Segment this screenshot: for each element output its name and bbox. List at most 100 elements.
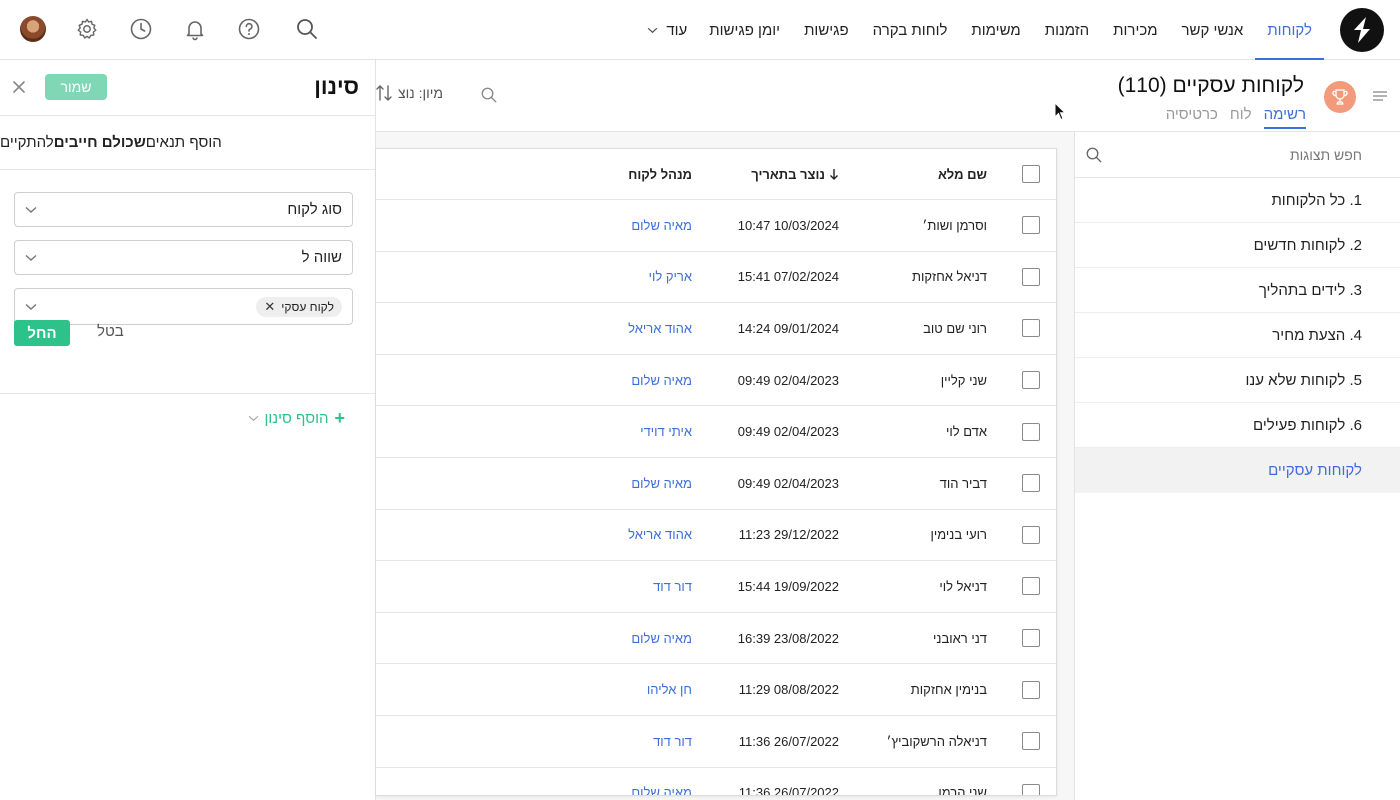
user-avatar-button[interactable] xyxy=(16,12,50,46)
remove-chip-button[interactable]: ✕ xyxy=(264,299,275,315)
search-icon[interactable] xyxy=(1085,146,1103,164)
view-item[interactable]: 4. הצעת מחיר xyxy=(1075,313,1400,358)
view-item[interactable]: 3. לידים בתהליך xyxy=(1075,268,1400,313)
cell-manager-link[interactable]: מאיה שלום xyxy=(631,355,692,406)
row-checkbox[interactable] xyxy=(1022,732,1040,751)
table-row[interactable]: דניאל אחזקות 15:41 07/02/2024 אריק לוי xyxy=(376,252,1056,304)
view-item[interactable]: 6. לקוחות פעילים xyxy=(1075,403,1400,448)
cell-date: 15:44 19/09/2022 xyxy=(737,578,839,594)
filter-field-select[interactable]: סוג לקוח xyxy=(14,192,353,227)
menu-icon[interactable] xyxy=(1372,88,1388,104)
view-item[interactable]: 2. לקוחות חדשים xyxy=(1075,223,1400,268)
row-checkbox[interactable] xyxy=(1022,422,1040,441)
row-checkbox[interactable] xyxy=(1022,783,1040,795)
close-filter-button[interactable] xyxy=(10,78,28,96)
cell-name[interactable]: רוני שם טוב xyxy=(923,303,987,354)
table-row[interactable]: אדם לוי 09:49 02/04/2023 איתי דוידי xyxy=(376,406,1056,458)
cell-name[interactable]: דניאל לוי xyxy=(939,561,987,612)
row-checkbox[interactable] xyxy=(1022,474,1040,493)
row-select-cell xyxy=(1022,768,1040,795)
nav-item[interactable]: הזמנות xyxy=(1033,0,1101,60)
cell-manager-link[interactable]: מאיה שלום xyxy=(631,768,692,795)
cell-name[interactable]: שני הרמן xyxy=(938,768,987,795)
nav-item[interactable]: מכירות xyxy=(1101,0,1169,60)
cell-manager-link[interactable]: מאיה שלום xyxy=(631,458,692,509)
nav-item[interactable]: משימות xyxy=(959,0,1032,60)
table-row[interactable]: דניאלה הרשקוביץ׳ 11:36 26/07/2022 דור דוד xyxy=(376,716,1056,768)
apply-button[interactable]: החל xyxy=(14,320,70,346)
trophy-badge xyxy=(1324,81,1356,113)
top-navigation: לקוחות אנשי קשר מכירות הזמנות משימות לוחות בק… xyxy=(0,0,1400,60)
row-checkbox[interactable] xyxy=(1022,216,1040,235)
nav-more-menu[interactable]: עוד xyxy=(637,0,697,60)
global-search-button[interactable] xyxy=(290,12,324,46)
table-row[interactable]: בנימין אחזקות 11:29 08/08/2022 חן אליהו xyxy=(376,664,1056,716)
nav-item[interactable]: יומן פגישות xyxy=(697,0,792,60)
save-filter-button[interactable]: שמור xyxy=(45,74,107,100)
cond-bold: שכולם חייבים xyxy=(53,134,146,151)
table-row[interactable]: דביר הוד 09:49 02/04/2023 מאיה שלום xyxy=(376,458,1056,510)
table-row[interactable]: שני קליין 09:49 02/04/2023 מאיה שלום xyxy=(376,355,1056,407)
views-search-input[interactable] xyxy=(1162,146,1362,163)
nav-item[interactable]: לוחות בקרה xyxy=(861,0,960,60)
table-search-button[interactable] xyxy=(480,86,500,106)
cell-date: 09:49 02/04/2023 xyxy=(737,372,839,388)
cell-manager-link[interactable]: חן אליהו xyxy=(647,664,692,715)
nav-item[interactable]: לקוחות xyxy=(1255,0,1324,60)
nav-item[interactable]: אנשי קשר xyxy=(1170,0,1256,60)
cell-name[interactable]: דניאלה הרשקוביץ׳ xyxy=(887,716,987,767)
row-checkbox[interactable] xyxy=(1022,371,1040,390)
row-checkbox[interactable] xyxy=(1022,577,1040,596)
cancel-button[interactable]: בטל xyxy=(97,323,124,340)
cell-name[interactable]: בנימין אחזקות xyxy=(911,664,987,715)
cell-manager-link[interactable]: דור דוד xyxy=(653,716,692,767)
table-row[interactable]: דניאל לוי 15:44 19/09/2022 דור דוד xyxy=(376,561,1056,613)
sort-label: מיון: נוצ xyxy=(398,85,444,101)
cell-name[interactable]: אדם לוי xyxy=(946,406,987,457)
column-header-date[interactable]: נוצר בתאריך xyxy=(751,149,839,199)
filter-field-value: סוג לקוח xyxy=(287,201,342,218)
view-item[interactable]: לקוחות עסקיים xyxy=(1075,448,1400,493)
notifications-button[interactable] xyxy=(178,12,212,46)
table-row[interactable]: רועי בנימין 11:23 29/12/2022 אהוד אריאל xyxy=(376,510,1056,562)
cell-manager-link[interactable]: מאיה שלום xyxy=(631,613,692,664)
nav-item[interactable]: פגישות xyxy=(792,0,861,60)
settings-button[interactable] xyxy=(70,12,104,46)
cell-manager-link[interactable]: אהוד אריאל xyxy=(628,510,692,561)
cell-name[interactable]: דביר הוד xyxy=(940,458,987,509)
cell-name[interactable]: דני ראובני xyxy=(933,613,987,664)
cell-manager-link[interactable]: אריק לוי xyxy=(649,252,692,303)
row-select-cell xyxy=(1022,716,1040,767)
select-all-checkbox[interactable] xyxy=(1022,165,1040,183)
column-header-name[interactable]: שם מלא xyxy=(938,149,987,199)
row-checkbox[interactable] xyxy=(1022,267,1040,286)
cell-name[interactable]: רועי בנימין xyxy=(930,510,987,561)
view-item[interactable]: 1. כל הלקוחות xyxy=(1075,178,1400,223)
sort-control[interactable]: מיון: נוצ xyxy=(376,84,443,102)
cell-manager-link[interactable]: אהוד אריאל xyxy=(628,303,692,354)
row-checkbox[interactable] xyxy=(1022,525,1040,544)
history-button[interactable] xyxy=(124,12,158,46)
column-header-manager[interactable]: מנהל לקוח xyxy=(628,149,692,199)
view-tab[interactable]: רשימה xyxy=(1263,106,1306,129)
add-filter-button[interactable]: + הוסף סינון xyxy=(248,408,345,429)
view-item[interactable]: 5. לקוחות שלא ענו xyxy=(1075,358,1400,403)
cell-manager-link[interactable]: דור דוד xyxy=(653,561,692,612)
view-tab[interactable]: לוח xyxy=(1230,106,1252,129)
cell-manager-link[interactable]: מאיה שלום xyxy=(631,200,692,251)
row-checkbox[interactable] xyxy=(1022,629,1040,648)
view-tab[interactable]: כרטיסיה xyxy=(1166,106,1218,129)
cell-manager-link[interactable]: איתי דוידי xyxy=(640,406,692,457)
row-checkbox[interactable] xyxy=(1022,319,1040,338)
cell-name[interactable]: שני קליין xyxy=(941,355,987,406)
table-row[interactable]: רוני שם טוב 14:24 09/01/2024 אהוד אריאל xyxy=(376,303,1056,355)
app-logo[interactable] xyxy=(1340,8,1384,52)
cell-name[interactable]: וסרמן ושות׳ xyxy=(922,200,987,251)
cell-name[interactable]: דניאל אחזקות xyxy=(912,252,987,303)
table-row[interactable]: שני הרמן 11:36 26/07/2022 מאיה שלום xyxy=(376,768,1056,795)
table-row[interactable]: וסרמן ושות׳ 10:47 10/03/2024 מאיה שלום xyxy=(376,200,1056,252)
table-row[interactable]: דני ראובני 16:39 23/08/2022 מאיה שלום xyxy=(376,613,1056,665)
help-button[interactable] xyxy=(232,12,266,46)
filter-operator-select[interactable]: שווה ל xyxy=(14,240,353,275)
row-checkbox[interactable] xyxy=(1022,680,1040,699)
